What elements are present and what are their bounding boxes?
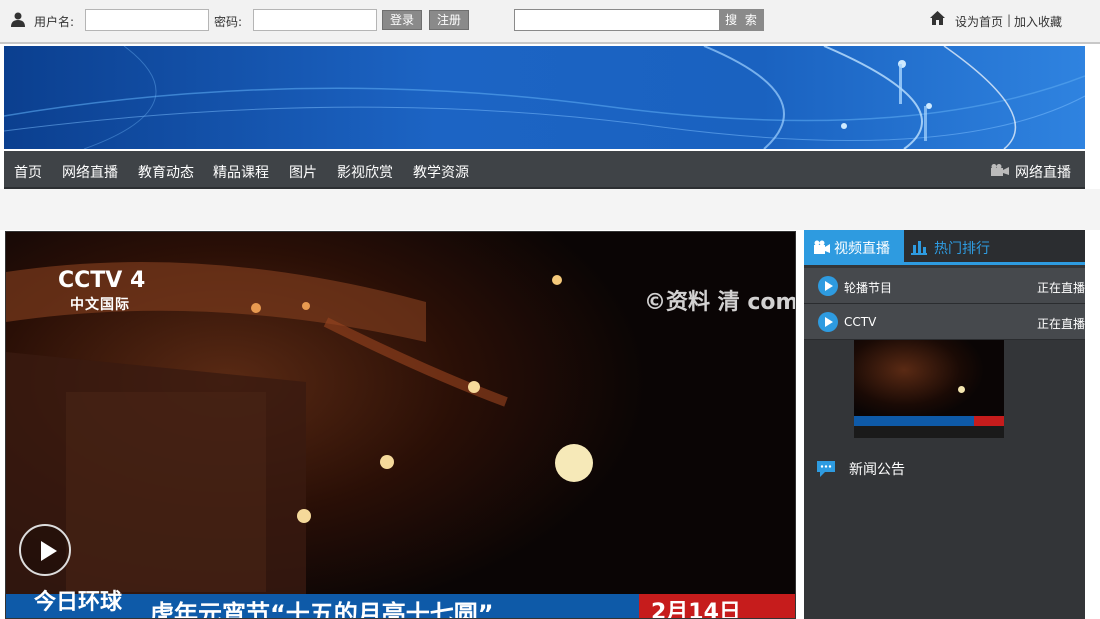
username-input[interactable]	[85, 9, 209, 31]
video-thumbnail[interactable]	[854, 340, 1004, 438]
nav-item-films[interactable]: 影视欣赏	[337, 162, 393, 182]
sidebar-tabs: 视频直播 热门排行	[804, 230, 1085, 265]
live-sidebar: 视频直播 热门排行 轮播节目 正在直播 CCTV 正在直播 新闻公告	[804, 230, 1085, 619]
password-label: 密码:	[214, 15, 243, 29]
top-link-separator: |	[1007, 13, 1012, 27]
login-button[interactable]: 登录	[382, 10, 422, 30]
tab-hot-ranking[interactable]: 热门排行	[934, 238, 990, 258]
ticker-title: 虎年元宵节“十五的月亮十七圆”	[150, 600, 494, 619]
watermark: ©资料 清 com	[644, 290, 796, 315]
bookmark-link[interactable]: 加入收藏	[1014, 13, 1062, 30]
list-item-label: CCTV	[844, 315, 877, 329]
username-label: 用户名:	[34, 15, 75, 29]
nav-item-live[interactable]: 网络直播	[62, 162, 118, 182]
nav-item-pictures[interactable]: 图片	[289, 162, 317, 182]
thumbnail-caption-bar	[854, 426, 1004, 438]
show-logo: 今日环球	[34, 590, 123, 615]
nav-live-link[interactable]: 网络直播	[1015, 162, 1071, 182]
play-icon[interactable]	[818, 312, 838, 332]
chat-bubble-icon	[817, 461, 835, 477]
play-icon[interactable]	[818, 276, 838, 296]
thumbnail-moon	[958, 386, 965, 393]
user-icon	[11, 12, 25, 27]
main-nav: 首页 网络直播 教育动态 精品课程 图片 影视欣赏 教学资源 网络直播	[4, 151, 1085, 189]
spacer	[0, 189, 1100, 230]
list-item[interactable]: 轮播节目 正在直播	[804, 268, 1085, 304]
ticker-date: 2月14日	[639, 594, 795, 618]
channel-logo: CCTV 4	[58, 268, 146, 293]
password-input[interactable]	[253, 9, 377, 31]
nav-item-resources[interactable]: 教学资源	[413, 162, 469, 182]
camera-icon	[814, 240, 830, 254]
news-announcement-heading[interactable]: 新闻公告	[849, 459, 905, 479]
tab-video-live-label: 视频直播	[834, 241, 890, 257]
live-status: 正在直播	[1037, 317, 1086, 331]
nav-item-education-news[interactable]: 教育动态	[138, 162, 194, 182]
thumbnail-date-box	[974, 416, 1004, 426]
list-item-label: 轮播节目	[844, 281, 893, 295]
header-banner	[4, 46, 1085, 149]
video-player[interactable]: CCTV 4 中文国际 ©资料 清 com 今日环球 虎年元宵节“十五的月亮十七…	[5, 231, 796, 619]
channel-subtitle: 中文国际	[70, 297, 130, 313]
nav-item-courses[interactable]: 精品课程	[213, 162, 269, 182]
camera-icon	[991, 164, 1009, 176]
list-item[interactable]: CCTV 正在直播	[804, 304, 1085, 340]
nav-item-home[interactable]: 首页	[14, 162, 42, 182]
register-button[interactable]: 注册	[429, 10, 469, 30]
tab-video-live[interactable]: 视频直播	[804, 230, 904, 265]
play-icon[interactable]	[19, 524, 71, 576]
set-home-link[interactable]: 设为首页	[955, 13, 1003, 30]
search-button[interactable]: 搜 索	[720, 9, 764, 31]
search-input[interactable]	[514, 9, 720, 31]
live-status: 正在直播	[1037, 281, 1086, 295]
top-bar: 用户名: 密码: 登录 注册 搜 索 设为首页 | 加入收藏	[0, 0, 1100, 44]
home-icon	[930, 11, 945, 25]
banner-decoration	[4, 46, 1085, 149]
bar-chart-icon	[911, 241, 927, 255]
